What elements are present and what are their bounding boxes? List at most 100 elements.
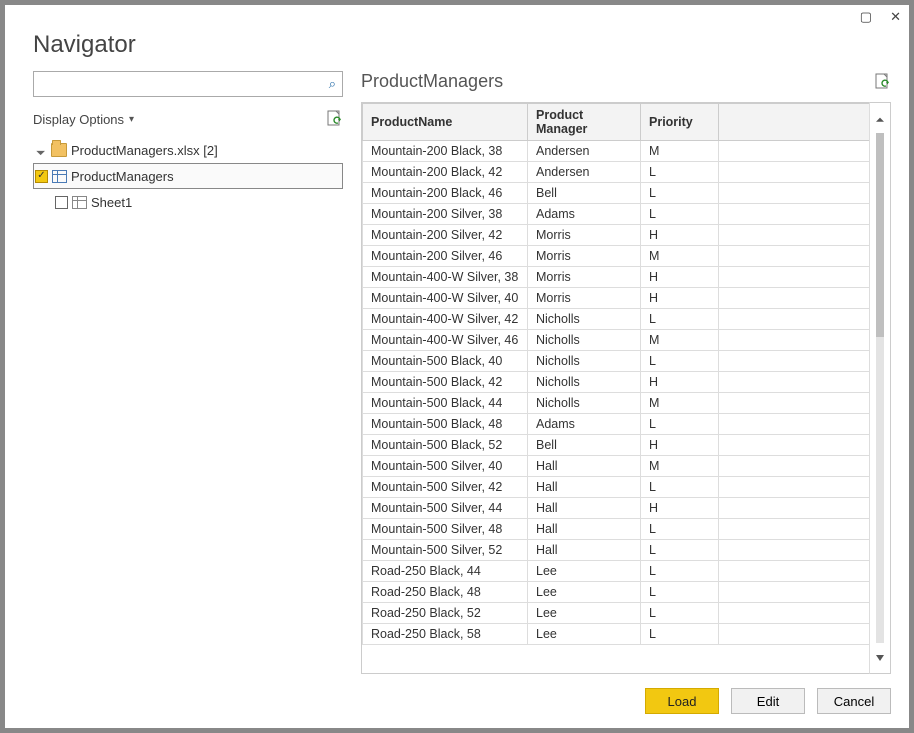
vertical-scrollbar[interactable]	[869, 102, 891, 674]
table-row[interactable]: Mountain-500 Silver, 44HallH	[363, 498, 870, 519]
tree-item[interactable]: Sheet1	[33, 189, 343, 215]
table-cell: Lee	[528, 582, 641, 603]
navigator-dialog: ▢ ✕ Navigator ⌕ Display Options ▾	[4, 4, 910, 729]
scroll-up-icon[interactable]	[875, 113, 885, 124]
table-cell: M	[641, 393, 719, 414]
table-cell: Mountain-400-W Silver, 40	[363, 288, 528, 309]
checkbox[interactable]	[55, 196, 68, 209]
table-row[interactable]: Mountain-400-W Silver, 42NichollsL	[363, 309, 870, 330]
table-row[interactable]: Mountain-200 Black, 42AndersenL	[363, 162, 870, 183]
table-cell: H	[641, 267, 719, 288]
table-row[interactable]: Mountain-200 Black, 46BellL	[363, 183, 870, 204]
checkbox[interactable]: ✓	[35, 170, 48, 183]
table-row[interactable]: Mountain-500 Black, 48AdamsL	[363, 414, 870, 435]
table-row[interactable]: Mountain-400-W Silver, 38MorrisH	[363, 267, 870, 288]
table-row[interactable]: Mountain-500 Black, 42NichollsH	[363, 372, 870, 393]
table-row[interactable]: Mountain-500 Black, 52BellH	[363, 435, 870, 456]
table-cell: Mountain-400-W Silver, 38	[363, 267, 528, 288]
table-row[interactable]: Road-250 Black, 48LeeL	[363, 582, 870, 603]
table-cell: H	[641, 225, 719, 246]
table-row[interactable]: Mountain-200 Black, 38AndersenM	[363, 141, 870, 162]
table-cell: Nicholls	[528, 372, 641, 393]
preview-panel: ProductManagers ProductNameProduct Manag…	[361, 71, 891, 714]
column-header[interactable]: Product Manager	[528, 104, 641, 141]
table-row[interactable]: Mountain-500 Silver, 48HallL	[363, 519, 870, 540]
chevron-down-icon: ▾	[129, 114, 134, 125]
table-cell: Nicholls	[528, 309, 641, 330]
table-row[interactable]: Mountain-400-W Silver, 46NichollsM	[363, 330, 870, 351]
table-cell: L	[641, 183, 719, 204]
scrollbar-track[interactable]	[876, 133, 884, 643]
table-cell: L	[641, 162, 719, 183]
table-row[interactable]: Mountain-500 Black, 40NichollsL	[363, 351, 870, 372]
refresh-icon[interactable]	[327, 110, 343, 128]
table-cell: L	[641, 624, 719, 645]
cancel-button[interactable]: Cancel	[817, 688, 891, 714]
table-cell: Lee	[528, 624, 641, 645]
table-cell: L	[641, 414, 719, 435]
table-cell: H	[641, 498, 719, 519]
table-cell: Mountain-500 Black, 52	[363, 435, 528, 456]
page-title: Navigator	[33, 31, 891, 59]
search-input[interactable]	[40, 73, 329, 95]
table-row[interactable]: Road-250 Black, 52LeeL	[363, 603, 870, 624]
scroll-down-icon[interactable]	[875, 649, 885, 665]
table-cell: Road-250 Black, 44	[363, 561, 528, 582]
table-cell: Bell	[528, 183, 641, 204]
table-row[interactable]: Mountain-500 Black, 44NichollsM	[363, 393, 870, 414]
table-row[interactable]: Road-250 Black, 44LeeL	[363, 561, 870, 582]
table-cell: Morris	[528, 267, 641, 288]
column-header[interactable]: ProductName	[363, 104, 528, 141]
table-row[interactable]: Road-250 Black, 58LeeL	[363, 624, 870, 645]
table-row[interactable]: Mountain-500 Silver, 40HallM	[363, 456, 870, 477]
table-row[interactable]: Mountain-500 Silver, 42HallL	[363, 477, 870, 498]
table-cell: Adams	[528, 204, 641, 225]
table-cell: Hall	[528, 540, 641, 561]
table-row[interactable]: Mountain-200 Silver, 38AdamsL	[363, 204, 870, 225]
table-cell: Road-250 Black, 48	[363, 582, 528, 603]
dialog-footer: Load Edit Cancel	[361, 674, 891, 714]
table-cell: Mountain-200 Black, 46	[363, 183, 528, 204]
table-cell: Mountain-200 Silver, 42	[363, 225, 528, 246]
table-cell: M	[641, 330, 719, 351]
edit-button[interactable]: Edit	[731, 688, 805, 714]
tree-item[interactable]: ✓ ProductManagers	[33, 163, 343, 189]
table-row[interactable]: Mountain-400-W Silver, 40MorrisH	[363, 288, 870, 309]
table-cell: Mountain-500 Silver, 42	[363, 477, 528, 498]
table-cell: L	[641, 309, 719, 330]
tree-item-label: ProductManagers	[71, 169, 174, 184]
table-cell: Morris	[528, 225, 641, 246]
column-header[interactable]: Priority	[641, 104, 719, 141]
table-cell: Mountain-500 Silver, 40	[363, 456, 528, 477]
table-cell: Mountain-200 Silver, 38	[363, 204, 528, 225]
preview-refresh-icon[interactable]	[875, 73, 891, 91]
table-cell: M	[641, 141, 719, 162]
maximize-icon[interactable]: ▢	[860, 9, 872, 25]
table-cell: Nicholls	[528, 351, 641, 372]
left-panel: ⌕ Display Options ▾ ◢ ProductManage	[33, 71, 343, 714]
table-cell: M	[641, 246, 719, 267]
table-cell: Andersen	[528, 141, 641, 162]
load-button[interactable]: Load	[645, 688, 719, 714]
table-row[interactable]: Mountain-200 Silver, 42MorrisH	[363, 225, 870, 246]
table-cell: Mountain-500 Silver, 44	[363, 498, 528, 519]
table-cell: Mountain-500 Black, 40	[363, 351, 528, 372]
close-icon[interactable]: ✕	[890, 9, 901, 25]
tree-file-node[interactable]: ◢ ProductManagers.xlsx [2]	[33, 137, 343, 163]
table-cell: L	[641, 477, 719, 498]
preview-table: ProductNameProduct ManagerPriority Mount…	[361, 102, 869, 674]
table-cell: L	[641, 204, 719, 225]
table-row[interactable]: Mountain-200 Silver, 46MorrisM	[363, 246, 870, 267]
tree-file-label: ProductManagers.xlsx [2]	[71, 143, 218, 158]
table-row[interactable]: Mountain-500 Silver, 52HallL	[363, 540, 870, 561]
sheet-icon	[72, 196, 87, 209]
table-cell: Lee	[528, 603, 641, 624]
table-cell: Mountain-400-W Silver, 42	[363, 309, 528, 330]
caret-down-icon: ◢	[34, 143, 49, 158]
search-box[interactable]: ⌕	[33, 71, 343, 97]
search-icon[interactable]: ⌕	[329, 76, 336, 92]
display-options-dropdown[interactable]: Display Options ▾	[33, 112, 134, 127]
scrollbar-thumb[interactable]	[876, 133, 884, 337]
table-cell: Mountain-400-W Silver, 46	[363, 330, 528, 351]
table-cell: Adams	[528, 414, 641, 435]
